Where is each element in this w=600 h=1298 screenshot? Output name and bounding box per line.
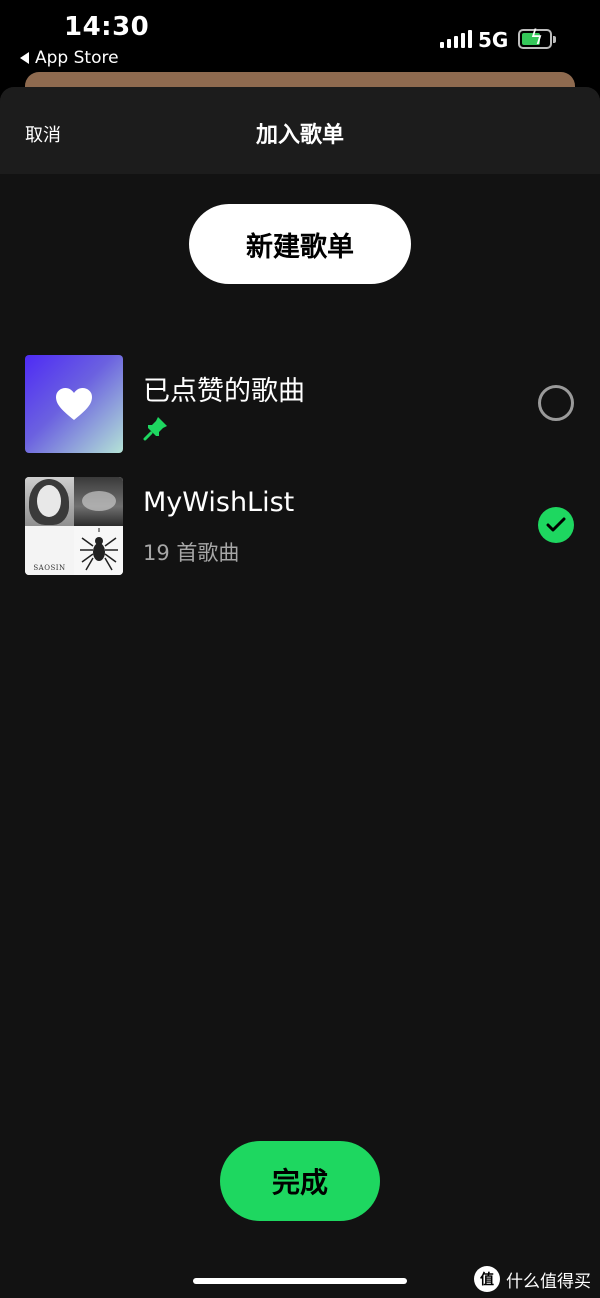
back-app-label: App Store: [35, 48, 119, 68]
watermark-logo: 值: [474, 1266, 500, 1292]
sheet-title: 加入歌单: [255, 123, 344, 148]
liked-songs-cover: [25, 355, 123, 453]
pin-icon: [143, 417, 167, 441]
status-time: 14:30: [64, 12, 150, 42]
status-bar: 14:30 App Store 5G ϟ: [0, 0, 600, 72]
back-triangle-icon: [20, 52, 29, 64]
album-cover-spider: [74, 526, 123, 575]
mywishlist-cover-mosaic: SAOSIN: [25, 477, 123, 575]
add-to-playlist-sheet: 取消 加入歌单 新建歌单 已点赞的歌曲 SAOSIN MyWishList 19…: [0, 87, 600, 1298]
spider-icon: [80, 528, 118, 571]
playlist-row-liked-songs[interactable]: 已点赞的歌曲: [25, 355, 585, 455]
checkmark-icon: [546, 517, 566, 532]
back-to-app-store-link[interactable]: App Store: [20, 48, 119, 68]
unselected-radio[interactable]: [538, 385, 574, 421]
new-playlist-button[interactable]: 新建歌单: [189, 204, 411, 284]
album-cover-saosin: SAOSIN: [25, 526, 74, 575]
battery-charging-icon: ϟ: [518, 27, 556, 49]
playlist-title: 已点赞的歌曲: [143, 376, 305, 407]
cellular-signal-icon: [440, 30, 472, 48]
sheet-header: 取消 加入歌单: [0, 87, 600, 174]
playlist-row-mywishlist[interactable]: SAOSIN MyWishList 19 首歌曲: [25, 477, 585, 577]
watermark: 值 什么值得买: [474, 1266, 591, 1292]
network-type: 5G: [478, 28, 509, 52]
album-cover-portrait: [25, 477, 74, 526]
selected-check[interactable]: [538, 507, 574, 543]
watermark-text: 什么值得买: [506, 1271, 591, 1292]
heart-icon: [56, 388, 92, 420]
album-cover-dark-landscape: [74, 477, 123, 526]
playlist-title: MyWishList: [143, 487, 295, 518]
home-indicator: [193, 1278, 407, 1284]
playlist-song-count: 19 首歌曲: [143, 541, 240, 565]
done-button[interactable]: 完成: [220, 1141, 380, 1221]
